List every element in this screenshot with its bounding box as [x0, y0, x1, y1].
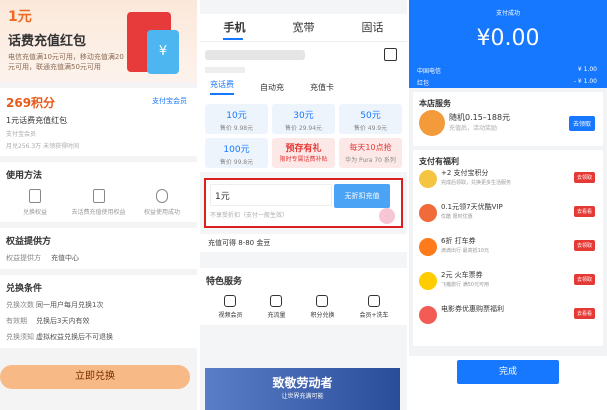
- tab-landline[interactable]: 固话: [338, 14, 407, 41]
- custom-amount-box: 1元 无折扣充值 不享受折扣（支付一般生效）: [204, 178, 403, 228]
- done-button[interactable]: 完成: [457, 360, 559, 384]
- promo-flash[interactable]: 每天10点抢 华为 Pura 70 系列: [339, 138, 402, 168]
- redeem-detail-panel: 1元 话费充值红包 电信充值满10元可用，移动充值满20元可用，联通充值满50元…: [0, 0, 197, 410]
- card-icon: [29, 189, 41, 203]
- amount-input[interactable]: 1元: [210, 184, 332, 206]
- recharge-panel: 手机 宽带 固话 充话费 自动充 充值卡 10元 售价 9.98元 30元 售价 2…: [200, 0, 407, 410]
- assistant-avatar[interactable]: [379, 208, 395, 224]
- claim-button[interactable]: 去领取: [568, 116, 595, 131]
- svc-carwash[interactable]: 会员+洗车: [359, 295, 388, 319]
- amount-option[interactable]: 10元 售价 9.98元: [205, 104, 268, 134]
- list-item[interactable]: 2元 火车票券 飞猪旅行 满50元可用 去领取: [419, 270, 599, 294]
- amount-option[interactable]: 50元 售价 49.9元: [339, 104, 402, 134]
- list-item[interactable]: 电影券优惠购票福利 去看看: [419, 304, 599, 328]
- contacts-icon[interactable]: [384, 48, 397, 61]
- crown-icon: [367, 295, 380, 307]
- rules-section: 兑换条件 兑换次数 同一用户每月兑换1次 有效期 兑换后3天内有效 兑换须知 虚拟权益…: [0, 275, 197, 348]
- coupon-source: 支付宝会员: [6, 131, 37, 138]
- coupon-name: 1元话费充值红包: [6, 116, 68, 125]
- alipay-member-badge: 支付宝会员: [152, 97, 187, 105]
- phone-number-blurred: [205, 50, 305, 60]
- pay-button[interactable]: 无折扣充值: [334, 184, 390, 208]
- usage-title: 使用方法: [6, 171, 43, 181]
- tab-broadband[interactable]: 宽带: [269, 14, 338, 41]
- featured-services: 特色服务 视频会员 充流量 积分兑换 会员+洗车: [200, 268, 407, 325]
- svc-title: 特色服务: [206, 277, 243, 287]
- step-2: 去话费充值使用权益: [70, 189, 128, 216]
- check-icon: [156, 189, 168, 203]
- list-item[interactable]: 6折 打车券 滴滴出行 最高抵10元 去领取: [419, 236, 599, 260]
- provider-section: 权益提供方 权益提供方 充值中心: [0, 228, 197, 269]
- success-header: 支付成功 ¥0.00 中国电信 ¥ 1.00 红包 - ¥ 1.00: [409, 0, 607, 88]
- welfare-list: 支付有福利 +2 支付宝积分 完成后领取，兑换更多生活服务 去领取 0.1元领7天优…: [413, 150, 603, 346]
- tab-underline: [223, 38, 243, 40]
- gold-bean-hint: 充值可得 8-80 金豆: [200, 234, 407, 252]
- list-item[interactable]: 0.1元领7天优酷VIP 优酷 限时优惠 去看看: [419, 202, 599, 226]
- provider-value[interactable]: 充值中心: [51, 253, 79, 263]
- tab-mobile[interactable]: 手机: [200, 14, 269, 41]
- shop-service: 本店服务 随机0.15–188元 充值后，活动奖励 去领取: [413, 92, 603, 146]
- subtab-auto[interactable]: 自动充: [260, 82, 284, 93]
- status-text: 支付成功: [495, 10, 520, 17]
- amount-option[interactable]: 30元 售价 29.94元: [272, 104, 335, 134]
- svc-points[interactable]: 积分兑换: [310, 295, 334, 319]
- subtab-card[interactable]: 充值卡: [310, 82, 334, 93]
- coupon-desc: 电信充值满10元可用，移动充值满20元可用，联通充值满50元可用: [8, 53, 124, 71]
- phone-icon: ¥: [147, 30, 179, 74]
- list-item[interactable]: +2 支付宝积分 完成后领取，兑换更多生活服务 去领取: [419, 168, 599, 192]
- paid-amount: ¥0.00: [476, 26, 540, 51]
- step-1: 兑换权益: [6, 189, 64, 216]
- subtab-topup[interactable]: 充话费: [210, 79, 234, 95]
- exchange-icon: [316, 295, 329, 307]
- account-row: [200, 42, 407, 74]
- step-3: 权益使用成功: [133, 189, 191, 216]
- sub-tabs: 充话费 自动充 充值卡: [200, 74, 407, 100]
- promo-banner[interactable]: 致敬劳动者 让世界充满可能: [205, 368, 400, 410]
- location-icon: [92, 189, 105, 203]
- svc-video[interactable]: 视频会员: [218, 295, 243, 319]
- diamond-icon: [224, 295, 237, 307]
- payment-success-panel: 支付成功 ¥0.00 中国电信 ¥ 1.00 红包 - ¥ 1.00 本店服务 …: [409, 0, 607, 410]
- gift-icon: [419, 110, 445, 136]
- coupon-stats: 月兑256.3万 未领获得时间: [6, 143, 80, 150]
- svc-data[interactable]: 充流量: [267, 295, 285, 319]
- redeem-button[interactable]: 立即兑换: [0, 365, 190, 389]
- usage-section: 使用方法 兑换权益 去话费充值使用权益 权益使用成功: [0, 162, 197, 222]
- phone-icon: [270, 295, 283, 307]
- promo-prestore[interactable]: 预存有礼 限时专属话费补贴: [272, 138, 335, 168]
- no-discount-hint: 不享受折扣（支付一般生效）: [210, 212, 289, 219]
- rules-title: 兑换条件: [6, 284, 43, 294]
- amount-grid: 10元 售价 9.98元 30元 售价 29.94元 50元 售价 49.9元 100…: [200, 100, 407, 172]
- provider-label: 权益提供方: [6, 254, 41, 262]
- coupon-hero: 1元 话费充值红包 电信充值满10元可用，移动充值满20元可用，联通充值满50元…: [0, 0, 197, 82]
- provider-title: 权益提供方: [6, 237, 52, 247]
- amount-option[interactable]: 100元 售价 99.8元: [205, 138, 268, 168]
